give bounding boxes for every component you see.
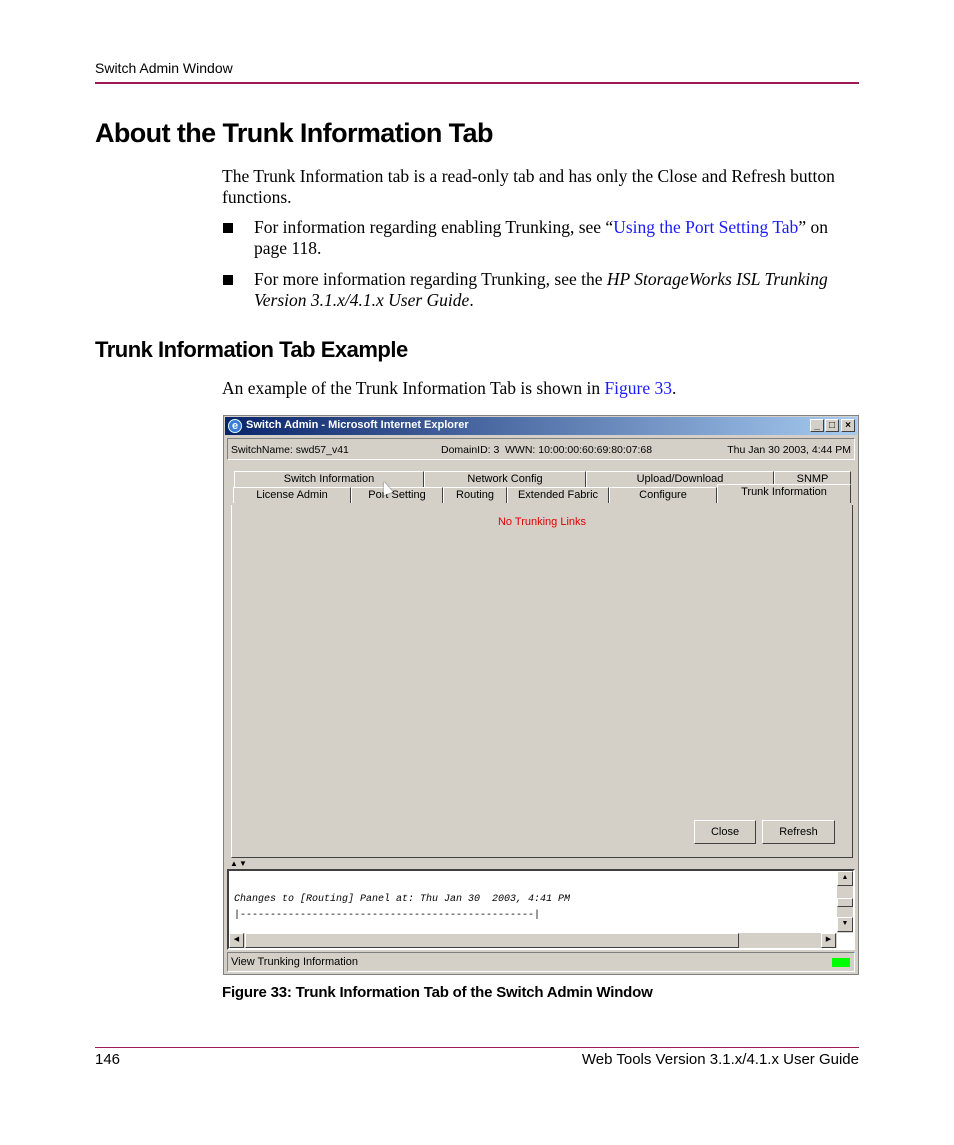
- close-window-button[interactable]: ×: [841, 419, 855, 432]
- wwn: WWN: 10:00:00:60:69:80:07:68: [505, 444, 653, 456]
- footer-rule: [95, 1047, 859, 1048]
- window-titlebar: e Switch Admin - Microsoft Internet Expl…: [225, 417, 857, 435]
- tab-routing[interactable]: Routing: [443, 487, 507, 503]
- example-text-suffix: .: [672, 378, 677, 398]
- scroll-down-icon[interactable]: ▼: [837, 917, 853, 932]
- bullet-text: For more information regarding Trunking,…: [254, 269, 607, 289]
- bullet-text-suffix: .: [469, 290, 474, 310]
- section-title: About the Trunk Information Tab: [95, 118, 493, 148]
- tab-container: Switch Information Network Config Upload…: [231, 468, 853, 858]
- horizontal-scroll-thumb[interactable]: [245, 933, 739, 948]
- maximize-button[interactable]: □: [825, 419, 839, 432]
- switch-name: SwitchName: swd57_v41: [231, 444, 349, 456]
- horizontal-scrollbar[interactable]: ◀ ▶: [229, 933, 837, 948]
- example-text: An example of the Trunk Information Tab …: [222, 378, 605, 398]
- bullet-text: For information regarding enabling Trunk…: [254, 217, 614, 237]
- no-trunking-links-message: No Trunking Links: [497, 516, 587, 528]
- domain-id: DomainID: 3: [441, 444, 500, 456]
- status-bar: View Trunking Information: [227, 952, 855, 972]
- intro-paragraph: The Trunk Information tab is a read-only…: [222, 166, 835, 207]
- tab-license-admin[interactable]: License Admin: [233, 487, 351, 503]
- book-title: Web Tools Version 3.1.x/4.1.x User Guide: [581, 1051, 859, 1068]
- splitter-bar[interactable]: ▲ ▼: [227, 860, 857, 868]
- log-line: |---------------------------------------…: [234, 910, 541, 921]
- switch-admin-window: e Switch Admin - Microsoft Internet Expl…: [223, 415, 859, 975]
- page-number: 146: [95, 1051, 121, 1068]
- tab-extended-fabric[interactable]: Extended Fabric: [507, 487, 609, 503]
- figure-caption: Figure 33: Trunk Information Tab of the …: [222, 984, 653, 1001]
- figure-link[interactable]: Figure 33: [604, 378, 672, 398]
- log-line: Changes to [Routing] Panel at: Thu Jan 3…: [234, 894, 571, 905]
- tab-network-config[interactable]: Network Config: [424, 471, 586, 487]
- header-rule: [95, 82, 859, 84]
- window-title: Switch Admin - Microsoft Internet Explor…: [246, 419, 469, 431]
- scroll-right-icon[interactable]: ▶: [821, 933, 836, 948]
- switch-info-bar: SwitchName: swd57_v41 DomainID: 3 WWN: 1…: [227, 438, 855, 460]
- vertical-scrollbar[interactable]: ▲ ▼: [837, 871, 853, 933]
- status-led-icon: [832, 958, 850, 967]
- tab-trunk-information[interactable]: Trunk Information: [717, 484, 851, 503]
- switch-datetime: Thu Jan 30 2003, 4:44 PM: [727, 444, 851, 456]
- bullet-square-icon: [223, 275, 233, 285]
- tab-port-setting[interactable]: Port Setting: [351, 487, 443, 503]
- refresh-button[interactable]: Refresh: [762, 820, 835, 844]
- collapse-down-icon[interactable]: ▼: [239, 860, 247, 868]
- vertical-scroll-thumb[interactable]: [837, 898, 853, 907]
- running-head: Switch Admin Window: [95, 60, 233, 76]
- status-text: View Trunking Information: [231, 956, 358, 968]
- example-paragraph: An example of the Trunk Information Tab …: [222, 378, 862, 399]
- scroll-up-icon[interactable]: ▲: [837, 871, 853, 886]
- change-log-area[interactable]: Changes to [Routing] Panel at: Thu Jan 3…: [227, 869, 855, 950]
- tab-configure[interactable]: Configure: [609, 487, 717, 503]
- port-setting-link[interactable]: Using the Port Setting Tab: [613, 217, 798, 237]
- bullet-square-icon: [223, 223, 233, 233]
- expand-up-icon[interactable]: ▲: [230, 860, 238, 868]
- tab-switch-information[interactable]: Switch Information: [234, 471, 424, 487]
- subsection-title: Trunk Information Tab Example: [95, 337, 408, 362]
- scroll-left-icon[interactable]: ◀: [229, 933, 244, 948]
- minimize-button[interactable]: _: [810, 419, 824, 432]
- internet-explorer-icon: e: [228, 419, 242, 433]
- trunk-information-panel: No Trunking Links Close Refresh: [231, 505, 853, 858]
- close-button[interactable]: Close: [694, 820, 756, 844]
